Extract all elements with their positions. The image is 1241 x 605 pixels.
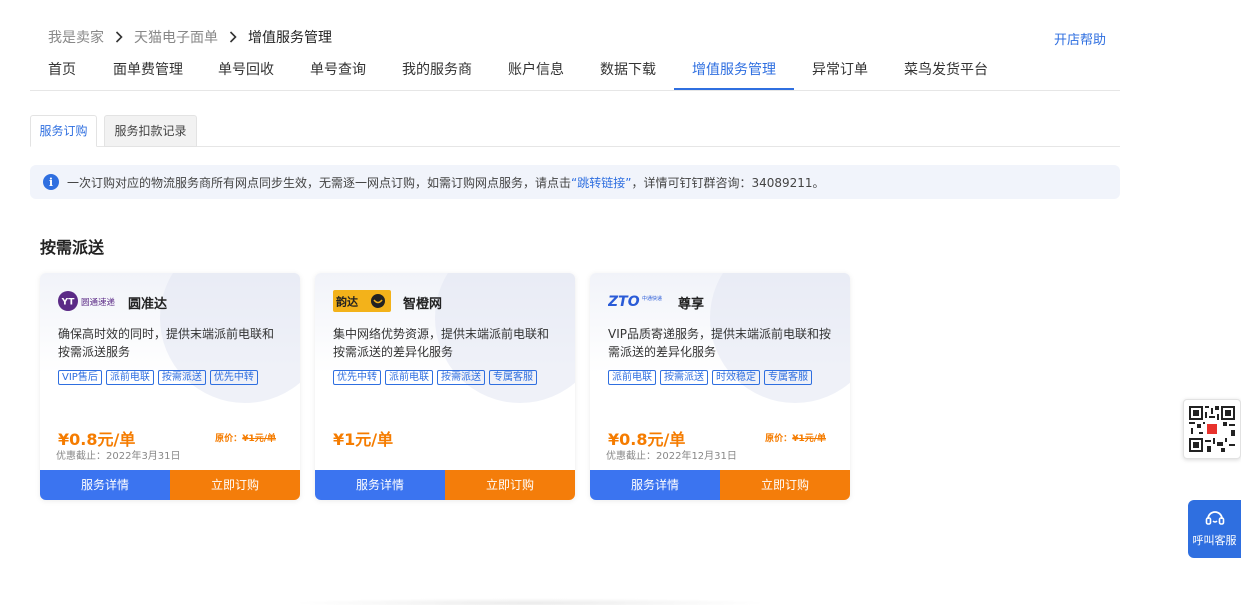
service-price: ¥1元/单 bbox=[333, 430, 394, 449]
service-tag: 优先中转 bbox=[209, 370, 258, 385]
headset-icon bbox=[1205, 511, 1224, 525]
subtab-deduction-records[interactable]: 服务扣款记录 bbox=[104, 115, 197, 147]
help-link[interactable]: 开店帮助 bbox=[1054, 29, 1106, 48]
svg-text:ZTO: ZTO bbox=[608, 294, 640, 310]
tab-home[interactable]: 首页 bbox=[48, 59, 76, 79]
svg-text:中通快递: 中通快递 bbox=[642, 295, 662, 302]
original-price: 原价：¥1元/单 bbox=[215, 434, 276, 444]
service-tags: 优先中转 派前电联 按需派送 专属客服 bbox=[333, 370, 537, 385]
tab-number-recycle[interactable]: 单号回收 bbox=[218, 59, 274, 79]
tab-value-added-services[interactable]: 增值服务管理 bbox=[692, 59, 776, 79]
zto-logo: ZTO 中通快递 bbox=[608, 290, 668, 312]
service-description: 确保高时效的同时，提供末端派前电联和按需派送服务 bbox=[58, 327, 275, 359]
notice-text-suffix: ，详情可钉钉群咨询：34089211。 bbox=[631, 175, 825, 190]
customer-service-label: 呼叫客服 bbox=[1192, 534, 1237, 547]
tab-my-providers[interactable]: 我的服务商 bbox=[402, 59, 472, 79]
service-tags: VIP售后 派前电联 按需派送 优先中转 bbox=[58, 370, 258, 385]
service-tag: 专属客服 bbox=[489, 370, 537, 385]
section-title: 按需派送 bbox=[40, 238, 105, 257]
service-details-button[interactable]: 服务详情 bbox=[40, 470, 170, 500]
info-icon: i bbox=[43, 174, 59, 190]
service-tag: 优先中转 bbox=[333, 370, 381, 385]
service-card-yunda: 韵达 智橙网 集中网络优势资源，提供末端派前电联和按需派送的差异化服务 优先中转… bbox=[315, 273, 575, 500]
service-details-button[interactable]: 服务详情 bbox=[590, 470, 720, 500]
yto-logo: YT 圆通速递 bbox=[58, 290, 118, 312]
discount-deadline: 优惠截止：2022年12月31日 bbox=[606, 451, 737, 462]
service-tag: 时效稳定 bbox=[712, 370, 760, 385]
main-nav: 首页 面单费管理 单号回收 单号查询 我的服务商 账户信息 数据下载 增值服务管… bbox=[30, 50, 1120, 91]
service-card-yto: YT 圆通速递 圆准达 确保高时效的同时，提供末端派前电联和按需派送服务 VIP… bbox=[40, 273, 300, 500]
service-card-zto: ZTO 中通快递 尊享 VIP品质寄递服务，提供末端派前电联和按需派送的差异化服… bbox=[590, 273, 850, 500]
tab-data-download[interactable]: 数据下载 bbox=[600, 59, 656, 79]
breadcrumb-item-tmall-waybill[interactable]: 天猫电子面单 bbox=[134, 27, 218, 47]
redirect-link[interactable]: “跳转链接” bbox=[571, 174, 631, 191]
tab-number-query[interactable]: 单号查询 bbox=[310, 59, 366, 79]
service-name: 尊享 bbox=[678, 297, 705, 312]
original-price: 原价：¥1元/单 bbox=[765, 434, 826, 444]
svg-text:韵达: 韵达 bbox=[336, 295, 358, 309]
notice-text-prefix: 一次订购对应的物流服务商所有网点同步生效，无需逐一网点订购，如需订购网点服务，请… bbox=[67, 175, 572, 190]
svg-text:圆通速递: 圆通速递 bbox=[81, 297, 116, 308]
service-tag: 专属客服 bbox=[764, 370, 812, 385]
tab-cainiao-platform[interactable]: 菜鸟发货平台 bbox=[904, 59, 988, 79]
sub-tabs: 服务订购 服务扣款记录 bbox=[30, 115, 1120, 147]
service-tag: VIP售后 bbox=[58, 370, 102, 385]
service-name: 智橙网 bbox=[403, 297, 443, 312]
service-tags: 派前电联 按需派送 时效稳定 专属客服 bbox=[608, 370, 812, 385]
breadcrumb-item-current: 增值服务管理 bbox=[248, 30, 332, 46]
service-tag: 派前电联 bbox=[608, 370, 656, 385]
service-description: 集中网络优势资源，提供末端派前电联和按需派送的差异化服务 bbox=[333, 327, 550, 359]
subtab-service-subscription[interactable]: 服务订购 bbox=[30, 115, 97, 147]
service-tag: 派前电联 bbox=[385, 370, 433, 385]
tab-waybill-fee[interactable]: 面单费管理 bbox=[113, 59, 183, 79]
tab-exception-orders[interactable]: 异常订单 bbox=[812, 59, 868, 79]
customer-service-button[interactable]: 呼叫客服 bbox=[1188, 500, 1241, 558]
tab-account-info[interactable]: 账户信息 bbox=[508, 59, 564, 79]
yunda-logo: 韵达 bbox=[333, 290, 391, 312]
service-details-button[interactable]: 服务详情 bbox=[315, 470, 445, 500]
order-now-button[interactable]: 立即订购 bbox=[170, 470, 300, 500]
service-tag: 按需派送 bbox=[660, 370, 708, 385]
bottom-shadow bbox=[290, 598, 770, 605]
svg-text:YT: YT bbox=[61, 298, 76, 308]
service-tag: 按需派送 bbox=[157, 370, 206, 385]
order-now-button[interactable]: 立即订购 bbox=[445, 470, 575, 500]
service-tag: 按需派送 bbox=[437, 370, 485, 385]
service-tag: 派前电联 bbox=[105, 370, 154, 385]
breadcrumb-item-seller[interactable]: 我是卖家 bbox=[48, 27, 104, 47]
qr-code[interactable] bbox=[1183, 399, 1241, 459]
info-notice: i 一次订购对应的物流服务商所有网点同步生效，无需逐一网点订购，如需订购网点服务… bbox=[30, 165, 1120, 199]
service-name: 圆准达 bbox=[128, 297, 168, 312]
breadcrumb: 我是卖家 天猫电子面单 增值服务管理 bbox=[48, 28, 332, 46]
service-description: VIP品质寄递服务，提供末端派前电联和按需派送的差异化服务 bbox=[608, 327, 831, 359]
order-now-button[interactable]: 立即订购 bbox=[720, 470, 850, 500]
discount-deadline: 优惠截止：2022年3月31日 bbox=[56, 451, 181, 462]
chevron-right-icon bbox=[218, 31, 248, 43]
chevron-right-icon bbox=[104, 31, 134, 43]
active-tab-indicator bbox=[674, 88, 794, 90]
